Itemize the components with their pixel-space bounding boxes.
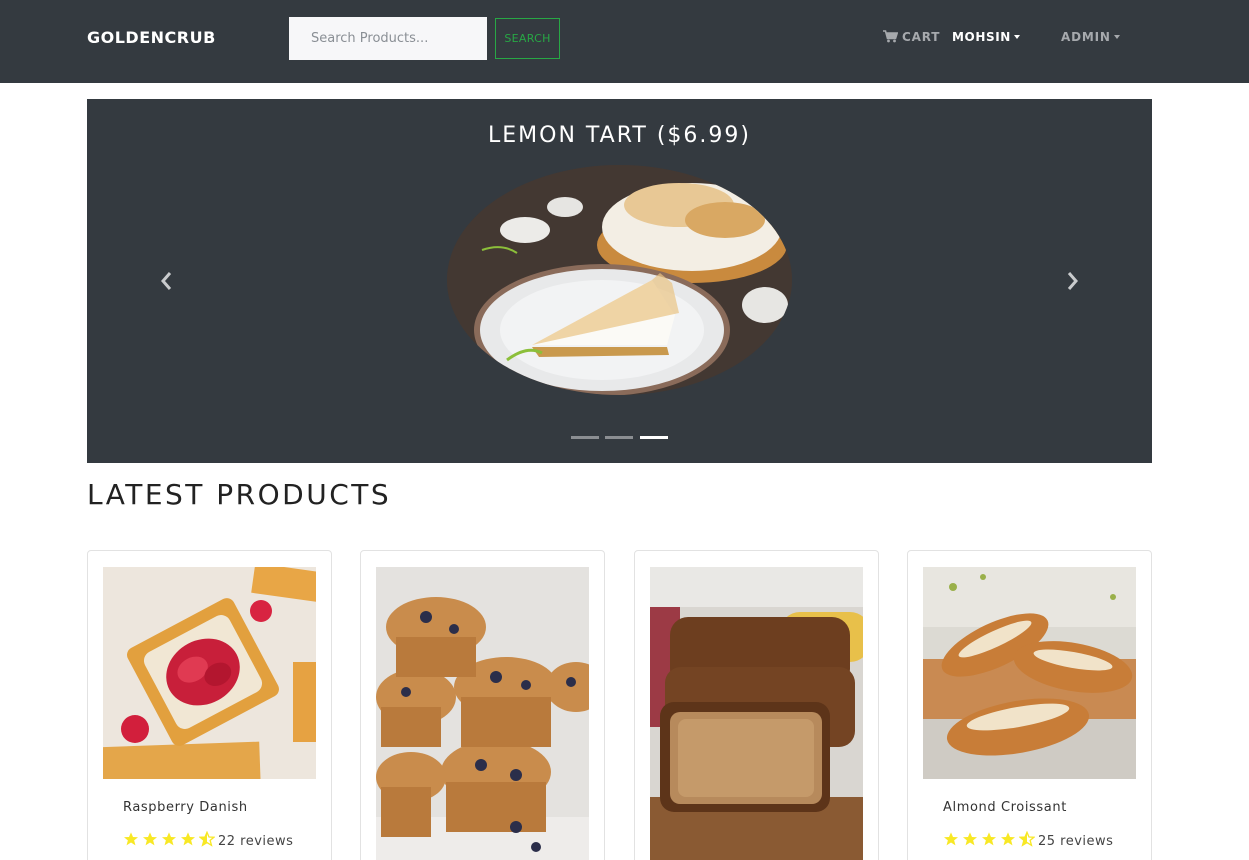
- star-icon: [162, 832, 176, 846]
- star-icon: [963, 832, 977, 846]
- review-count: 22 reviews: [218, 834, 294, 849]
- star-rating: [123, 831, 215, 847]
- carousel-indicator[interactable]: [571, 436, 599, 439]
- lemon-tart-image[interactable]: [447, 165, 792, 395]
- search-input[interactable]: [289, 17, 487, 60]
- brand-logo[interactable]: GOLDENCRUB: [87, 28, 216, 47]
- banana-bread-image[interactable]: [650, 567, 863, 860]
- product-card: Raspberry Danish 22 reviews: [87, 550, 332, 860]
- user-label: MOHSIN: [952, 30, 1011, 44]
- product-rating: 25 reviews: [943, 831, 1113, 849]
- star-half-icon: [199, 831, 215, 847]
- star-icon: [124, 832, 138, 846]
- star-icon: [181, 832, 195, 846]
- star-icon: [143, 832, 157, 846]
- raspberry-danish-image[interactable]: [103, 567, 316, 779]
- nav-cart-link[interactable]: CART: [883, 30, 940, 44]
- product-name[interactable]: Raspberry Danish: [123, 800, 248, 815]
- carousel-indicator[interactable]: [605, 436, 633, 439]
- chevron-down-icon: [1113, 35, 1120, 39]
- section-title: LATEST PRODUCTS: [87, 478, 392, 511]
- navbar: GOLDENCRUB SEARCH CART MOHSIN ADMIN: [0, 0, 1249, 83]
- star-icon: [944, 832, 958, 846]
- chevron-left-icon[interactable]: [157, 271, 177, 291]
- star-half-icon: [1019, 831, 1035, 847]
- star-rating: [943, 831, 1035, 847]
- star-icon: [1001, 832, 1015, 846]
- admin-label: ADMIN: [1061, 30, 1111, 44]
- chevron-down-icon: [1013, 35, 1020, 39]
- user-dropdown[interactable]: MOHSIN: [952, 30, 1020, 44]
- chevron-right-icon[interactable]: [1062, 271, 1082, 291]
- product-card: Almond Croissant 25 reviews: [907, 550, 1152, 860]
- blueberry-muffins-image[interactable]: [376, 567, 589, 860]
- product-name[interactable]: Almond Croissant: [943, 800, 1067, 815]
- product-rating: 22 reviews: [123, 831, 293, 849]
- cart-label: CART: [902, 30, 941, 44]
- cart-icon: [883, 30, 899, 43]
- review-count: 25 reviews: [1038, 834, 1114, 849]
- product-carousel: LEMON TART ($6.99): [87, 99, 1152, 463]
- search-button[interactable]: SEARCH: [495, 18, 560, 59]
- carousel-slide-title[interactable]: LEMON TART ($6.99): [87, 123, 1152, 148]
- product-card: [634, 550, 879, 860]
- almond-croissant-image[interactable]: [923, 567, 1136, 779]
- product-card: [360, 550, 605, 860]
- admin-dropdown[interactable]: ADMIN: [1061, 30, 1120, 44]
- carousel-indicator-active[interactable]: [640, 436, 668, 439]
- star-icon: [982, 832, 996, 846]
